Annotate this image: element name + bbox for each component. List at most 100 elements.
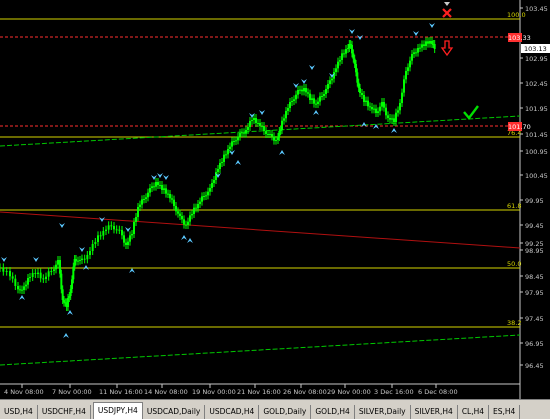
buy-fractal-arrow xyxy=(63,333,69,338)
price-tick-label: 99.45 xyxy=(525,222,544,230)
time-tick-label: 6 Dec 08:00 xyxy=(418,388,458,396)
candle-body xyxy=(125,242,127,245)
price-tick-label: 99.95 xyxy=(525,197,544,205)
price-tick-label: 96.95 xyxy=(525,340,544,348)
buy-fractal-arrow xyxy=(181,235,187,240)
candle-body xyxy=(393,118,395,122)
candle-body xyxy=(177,211,179,214)
candle-body xyxy=(429,41,431,44)
candle-body xyxy=(403,79,405,93)
candle-body xyxy=(227,149,229,155)
candle-body xyxy=(397,110,399,113)
candle-body xyxy=(55,264,57,270)
chart-tab[interactable]: SILVER,H4 xyxy=(411,405,458,419)
trend-lines xyxy=(0,115,521,366)
candle-body xyxy=(337,61,339,69)
candle-body xyxy=(223,154,225,162)
sell-fractal-arrow xyxy=(349,29,355,34)
candle-body xyxy=(297,90,299,95)
candle-body xyxy=(139,204,141,207)
candle-body xyxy=(229,146,231,149)
current-price-label: 103.13 xyxy=(524,45,547,53)
candle-body xyxy=(341,53,343,60)
moving-average-line xyxy=(0,211,521,249)
candle-body xyxy=(193,207,195,214)
chart-tab[interactable]: USDCHF,H4 xyxy=(38,405,91,419)
candle-body xyxy=(278,131,281,137)
chart-tab[interactable]: SILVER,Daily xyxy=(355,405,411,419)
candle-body xyxy=(423,44,425,46)
candle-body xyxy=(118,229,121,231)
candle-body xyxy=(197,204,199,209)
candle-body xyxy=(187,221,189,225)
chart-tab[interactable]: USDJPY,H4 xyxy=(92,402,143,419)
candle-body xyxy=(147,192,149,198)
chart-tab[interactable]: USDCAD,Daily xyxy=(143,405,206,419)
candle-body xyxy=(433,44,436,49)
candle-body xyxy=(209,188,211,192)
candle-body xyxy=(289,102,291,108)
sell-fractal-arrow xyxy=(157,173,163,178)
candle-body xyxy=(86,255,89,260)
candle-body xyxy=(261,126,263,127)
chart-tab[interactable]: USDCAD,H4 xyxy=(205,405,260,419)
candle-body xyxy=(57,260,59,265)
candle-body xyxy=(68,296,71,298)
candle-body xyxy=(94,242,97,244)
candle-body xyxy=(331,78,333,81)
chart-tab[interactable]: CL,H4 xyxy=(458,405,490,419)
candle-body xyxy=(295,94,297,100)
sell-fractal-arrow xyxy=(301,79,307,84)
red-tag-lower: 101.70 xyxy=(508,123,531,131)
price-tick-label: 101.95 xyxy=(525,105,548,113)
candle-body xyxy=(239,133,241,137)
fractal-arrows xyxy=(1,23,435,338)
candle-body xyxy=(377,111,379,113)
buy-fractal-arrow xyxy=(279,150,285,155)
candle-body xyxy=(145,197,147,199)
fib-level-label: 61.8 xyxy=(507,202,521,210)
candle-body xyxy=(361,93,363,95)
price-chart[interactable]: 100.076.461.850.038.2 103.45103.13102.95… xyxy=(0,0,550,399)
candle-body xyxy=(327,84,329,89)
candle-body xyxy=(102,231,105,236)
chart-tab[interactable]: GOLD,H4 xyxy=(311,405,355,419)
candle-body xyxy=(417,48,419,53)
chart-tab[interactable]: ES,H4 xyxy=(489,405,521,419)
candle-body xyxy=(325,89,327,94)
chart-tab[interactable]: USD,H4 xyxy=(0,405,38,419)
candle-body xyxy=(105,229,107,231)
fib-level-label: 50.0 xyxy=(507,260,521,268)
candle-body xyxy=(389,118,391,120)
candle-body xyxy=(259,123,261,126)
time-tick-label: 4 Nov 08:00 xyxy=(4,388,44,396)
candle-body xyxy=(335,68,337,72)
candle-body xyxy=(391,118,393,120)
candle-body xyxy=(225,154,227,156)
time-tick-label: 11 Nov 16:00 xyxy=(99,388,143,396)
chart-area[interactable]: 100.0 76.4 61.8 50.0 38.2 103.45 103.13 102.95… xyxy=(0,0,550,399)
candle-body xyxy=(50,271,53,272)
time-tick-label: 3 Dec 16:00 xyxy=(374,388,414,396)
candle-body xyxy=(395,112,397,122)
buy-fractal-arrow xyxy=(19,295,25,300)
time-tick-label: 26 Nov 08:00 xyxy=(283,388,327,396)
candle-body xyxy=(23,286,25,290)
candle-body xyxy=(113,226,115,230)
candle-body xyxy=(19,289,21,291)
price-tick-label: 100.45 xyxy=(525,172,548,180)
candle-body xyxy=(413,52,415,54)
sell-fractal-arrow xyxy=(309,65,315,70)
candle-body xyxy=(143,199,145,200)
candle-body xyxy=(211,183,213,188)
candle-body xyxy=(11,276,14,279)
candle-body xyxy=(69,289,72,296)
candle-body xyxy=(91,244,94,251)
time-tick-label: 19 Nov 00:00 xyxy=(192,388,236,396)
candle-body xyxy=(419,47,421,49)
chart-tab[interactable]: GOLD,Daily xyxy=(259,405,312,419)
candle-body xyxy=(369,106,371,108)
candle-body xyxy=(283,118,285,121)
candle-body xyxy=(155,182,157,187)
candle-body xyxy=(141,199,143,205)
